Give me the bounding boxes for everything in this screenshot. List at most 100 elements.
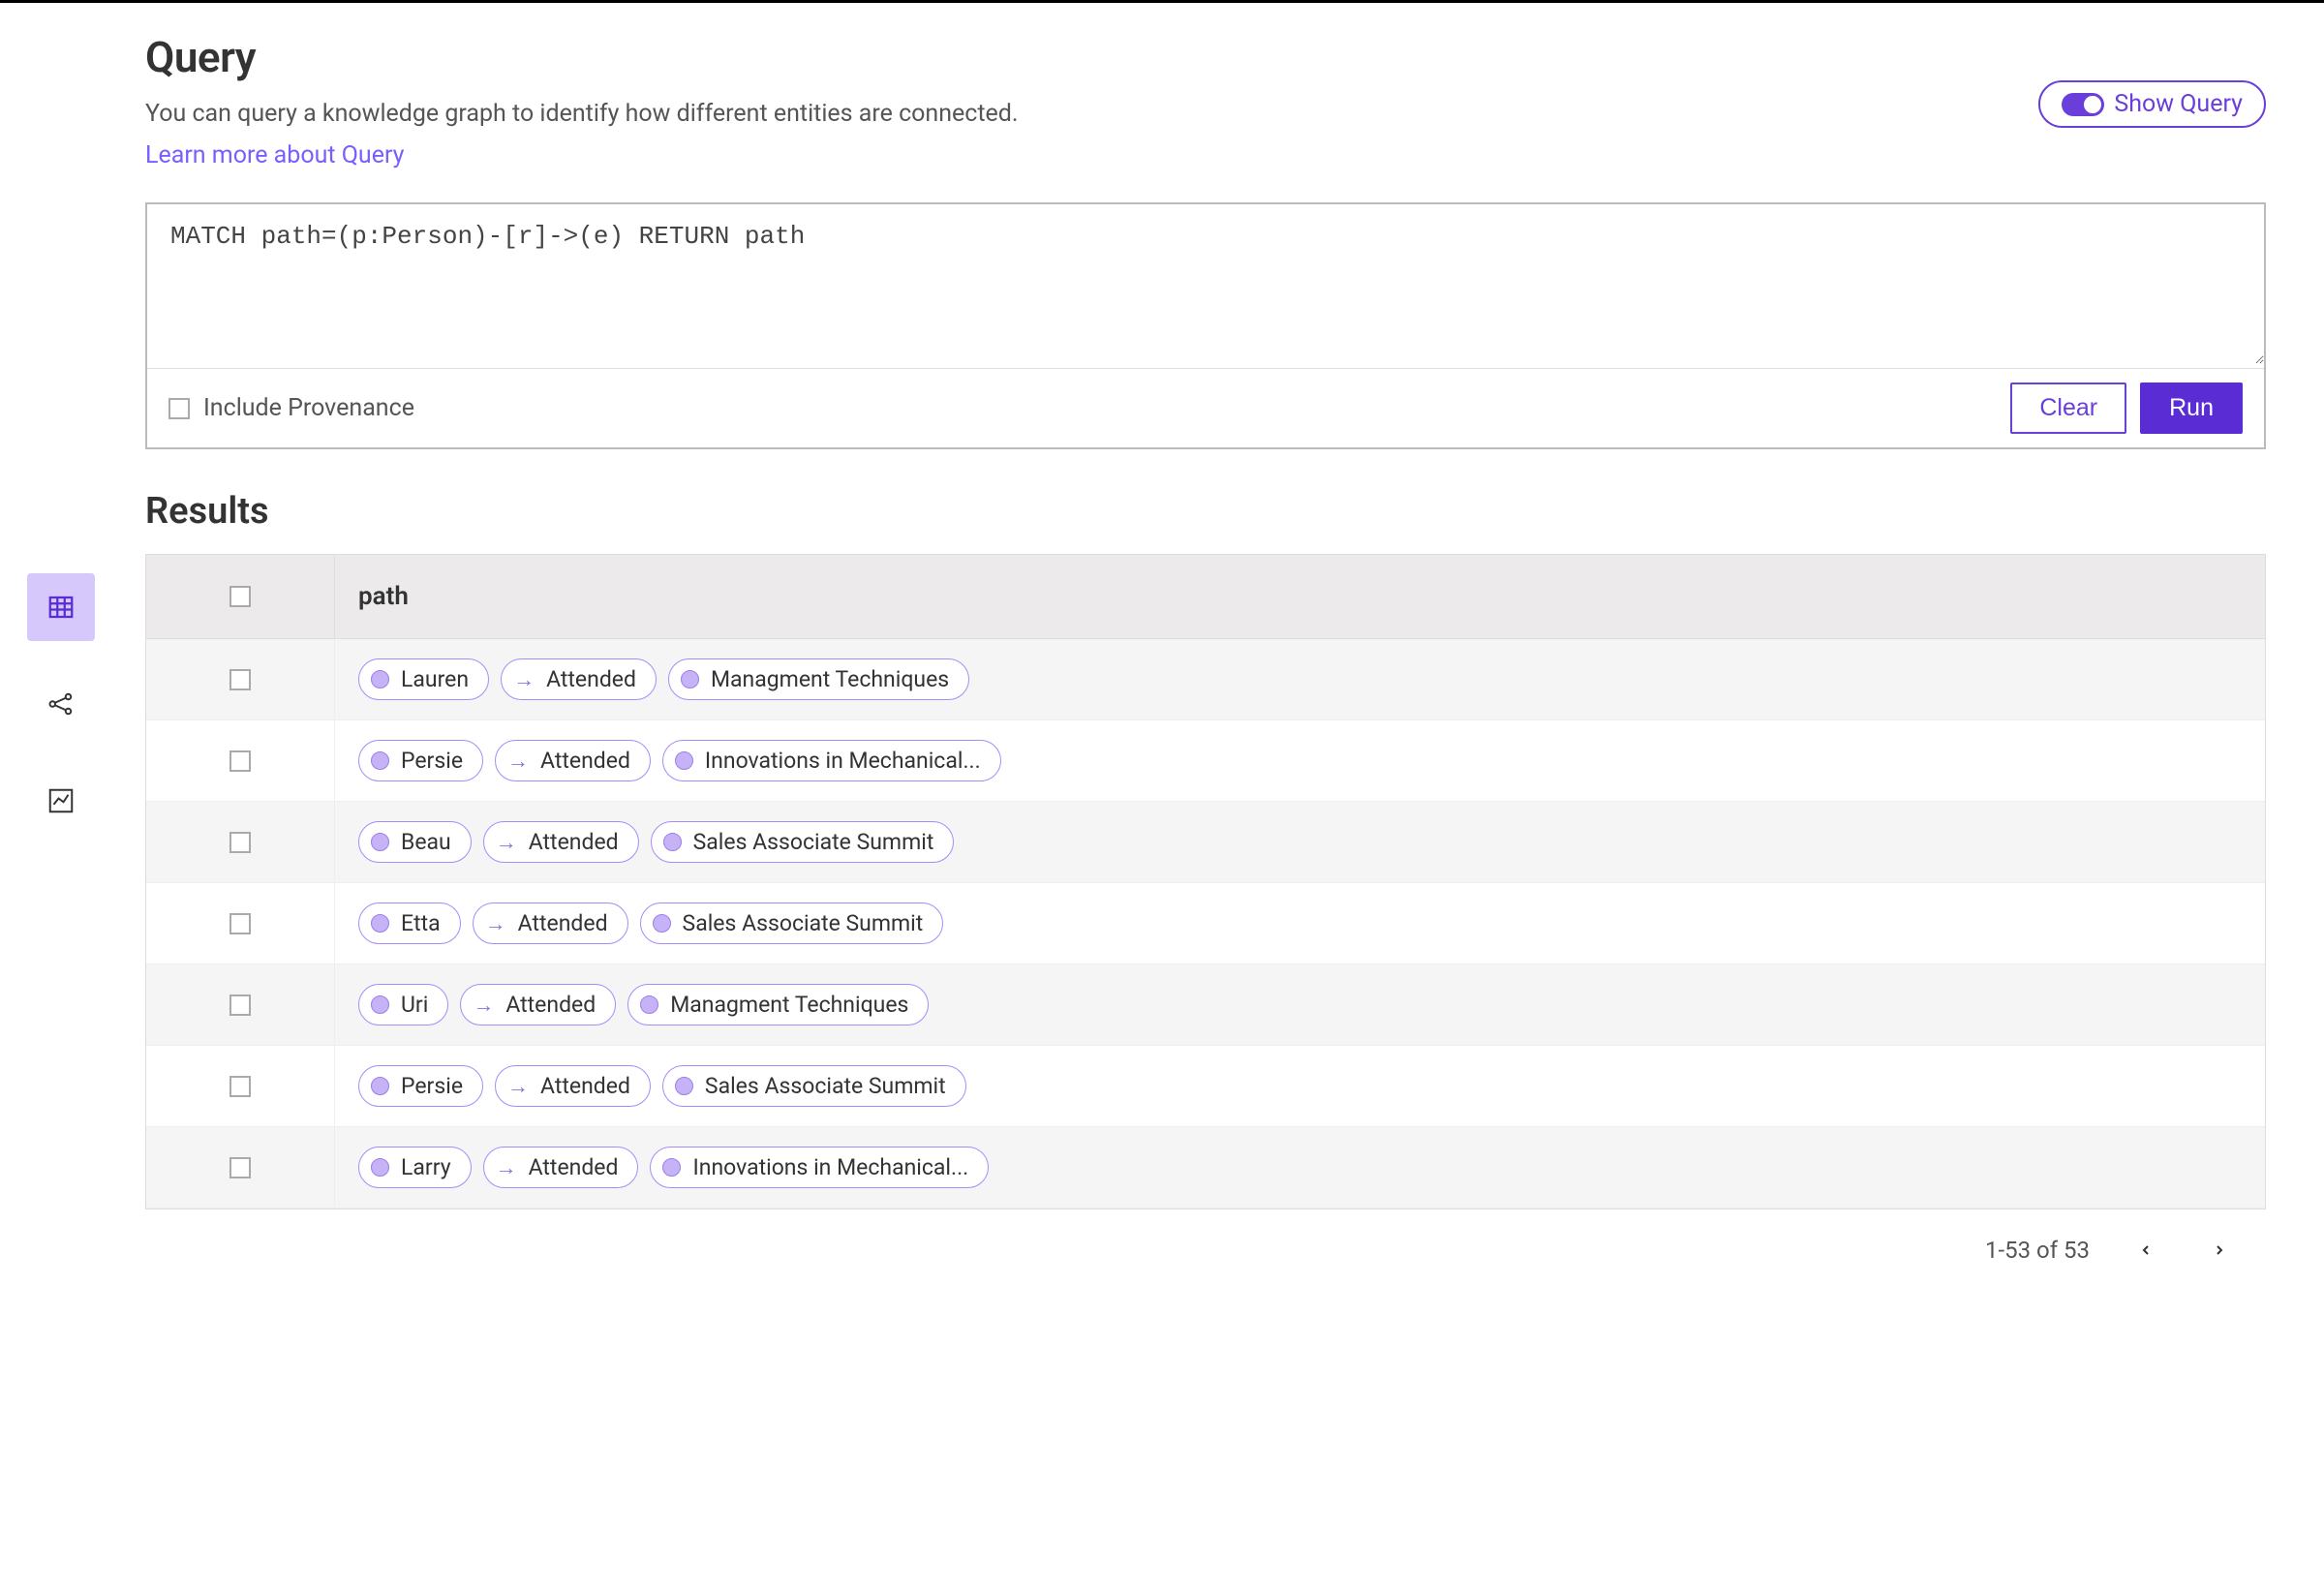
- person-pill[interactable]: Larry: [358, 1147, 472, 1188]
- arrow-right-icon: →: [513, 667, 535, 692]
- entity-dot-icon: [371, 1158, 389, 1177]
- clear-button[interactable]: Clear: [2010, 382, 2126, 434]
- row-checkbox[interactable]: [229, 1076, 251, 1097]
- target-pill[interactable]: Sales Associate Summit: [640, 903, 944, 944]
- arrow-right-icon: →: [496, 830, 517, 855]
- select-all-checkbox[interactable]: [229, 586, 251, 607]
- learn-more-link[interactable]: Learn more about Query: [145, 141, 405, 169]
- row-checkbox[interactable]: [229, 913, 251, 934]
- page-subtitle: You can query a knowledge graph to ident…: [145, 100, 2038, 128]
- target-label: Sales Associate Summit: [683, 910, 924, 936]
- person-pill[interactable]: Persie: [358, 740, 483, 781]
- query-editor[interactable]: [147, 204, 2264, 364]
- person-label: Beau: [401, 829, 451, 855]
- chevron-left-icon: [2138, 1242, 2154, 1258]
- person-label: Larry: [401, 1154, 451, 1180]
- person-pill[interactable]: Etta: [358, 903, 461, 944]
- next-page-button[interactable]: [2202, 1229, 2237, 1270]
- table-row[interactable]: Persie →Attended Innovations in Mechanical…: [146, 720, 2265, 802]
- table-row[interactable]: Lauren →Attended Managment Techniques: [146, 639, 2265, 720]
- show-query-toggle[interactable]: Show Query: [2038, 80, 2266, 128]
- table-row[interactable]: Etta → Attended Sales Associate Summit: [146, 883, 2265, 964]
- person-pill[interactable]: Persie: [358, 1065, 483, 1107]
- include-provenance-label: Include Provenance: [203, 394, 414, 422]
- relation-pill[interactable]: → Attended: [483, 1147, 639, 1188]
- relation-label: Attended: [540, 748, 630, 774]
- entity-dot-icon: [371, 995, 389, 1014]
- person-label: Persie: [401, 748, 463, 774]
- entity-dot-icon: [371, 751, 389, 770]
- target-pill[interactable]: Managment Techniques: [627, 984, 929, 1025]
- entity-dot-icon: [675, 1077, 693, 1095]
- view-tabs: [17, 554, 105, 835]
- relation-label: Attended: [529, 1154, 619, 1180]
- relation-pill[interactable]: → Attended: [483, 821, 639, 863]
- person-pill[interactable]: Uri: [358, 984, 448, 1025]
- relation-label: Attended: [505, 992, 596, 1018]
- path-cell: Larry → Attended Innovations in Mechanical.…: [335, 1127, 2265, 1208]
- target-label: Innovations in Mechanical...: [705, 748, 981, 774]
- graph-icon: [46, 689, 76, 719]
- row-checkbox[interactable]: [229, 669, 251, 690]
- query-box: Include Provenance Clear Run: [145, 202, 2266, 449]
- row-checkbox[interactable]: [229, 750, 251, 772]
- relation-label: Attended: [529, 829, 619, 855]
- row-checkbox[interactable]: [229, 994, 251, 1016]
- table-view-tab[interactable]: [27, 573, 95, 641]
- person-label: Persie: [401, 1073, 463, 1099]
- entity-dot-icon: [371, 914, 389, 933]
- show-query-label: Show Query: [2114, 90, 2243, 118]
- path-cell: Lauren →Attended Managment Techniques: [335, 639, 2265, 719]
- entity-dot-icon: [640, 995, 658, 1014]
- results-table: path Lauren→AttendedManagment Techniques…: [145, 554, 2266, 1209]
- table-row[interactable]: Persie →Attended Sales Associate Summit: [146, 1046, 2265, 1127]
- checkbox-icon: [168, 398, 190, 419]
- relation-pill[interactable]: → Attended: [473, 903, 628, 944]
- relation-pill[interactable]: →Attended: [501, 658, 657, 700]
- relation-label: Attended: [518, 910, 608, 936]
- arrow-right-icon: →: [473, 993, 494, 1018]
- arrow-right-icon: →: [496, 1155, 517, 1180]
- person-pill[interactable]: Beau: [358, 821, 472, 863]
- row-checkbox[interactable]: [229, 1157, 251, 1178]
- graph-view-tab[interactable]: [27, 670, 95, 738]
- path-cell: Etta → Attended Sales Associate Summit: [335, 883, 2265, 964]
- arrow-right-icon: →: [485, 911, 506, 936]
- person-pill[interactable]: Lauren: [358, 658, 489, 700]
- target-label: Managment Techniques: [711, 666, 949, 692]
- relation-pill[interactable]: →Attended: [495, 740, 651, 781]
- table-row[interactable]: Larry → Attended Innovations in Mechanical.…: [146, 1127, 2265, 1209]
- target-label: Innovations in Mechanical...: [692, 1154, 968, 1180]
- entity-dot-icon: [675, 751, 693, 770]
- path-cell: Beau → Attended Sales Associate Summit: [335, 802, 2265, 882]
- target-pill[interactable]: Sales Associate Summit: [651, 821, 955, 863]
- person-label: Etta: [401, 910, 441, 936]
- target-pill[interactable]: Sales Associate Summit: [662, 1065, 966, 1107]
- path-cell: Persie →Attended Innovations in Mechanical…: [335, 720, 2265, 801]
- table-icon: [46, 593, 76, 622]
- relation-pill[interactable]: → Attended: [460, 984, 616, 1025]
- target-pill[interactable]: Innovations in Mechanical...: [662, 740, 1001, 781]
- column-header-path[interactable]: path: [335, 555, 2265, 638]
- target-pill[interactable]: Managment Techniques: [668, 658, 969, 700]
- include-provenance-checkbox[interactable]: Include Provenance: [168, 394, 414, 422]
- relation-pill[interactable]: →Attended: [495, 1065, 651, 1107]
- page-title: Query: [145, 32, 2038, 82]
- table-row[interactable]: Beau → Attended Sales Associate Summit: [146, 802, 2265, 883]
- target-pill[interactable]: Innovations in Mechanical...: [650, 1147, 989, 1188]
- run-button[interactable]: Run: [2140, 382, 2243, 434]
- table-header: path: [146, 555, 2265, 639]
- row-checkbox[interactable]: [229, 832, 251, 853]
- relation-label: Attended: [540, 1073, 630, 1099]
- prev-page-button[interactable]: [2128, 1229, 2163, 1270]
- entity-dot-icon: [371, 833, 389, 851]
- target-label: Managment Techniques: [670, 992, 908, 1018]
- table-row[interactable]: Uri → Attended Managment Techniques: [146, 964, 2265, 1046]
- chart-view-tab[interactable]: [27, 767, 95, 835]
- person-label: Lauren: [401, 666, 469, 692]
- path-cell: Uri → Attended Managment Techniques: [335, 964, 2265, 1045]
- entity-dot-icon: [662, 1158, 681, 1177]
- entity-dot-icon: [663, 833, 682, 851]
- entity-dot-icon: [653, 914, 671, 933]
- toggle-switch-icon: [2062, 93, 2104, 116]
